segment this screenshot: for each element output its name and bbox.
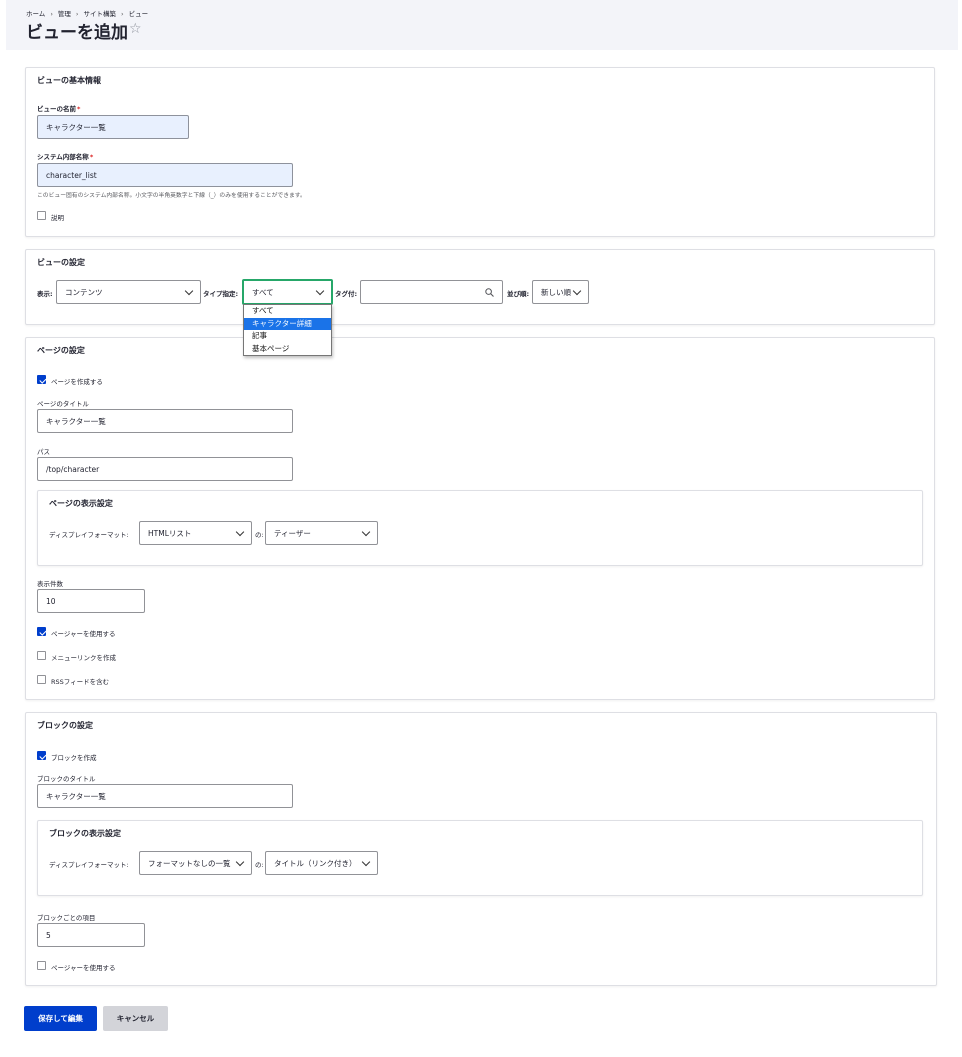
required-marker: * xyxy=(89,153,94,161)
block-of-label: の: xyxy=(255,861,264,869)
show-select-value: コンテンツ xyxy=(65,287,103,297)
page-of-label: の: xyxy=(255,531,264,539)
tag-input[interactable] xyxy=(360,280,503,304)
tag-label: タグ付: xyxy=(335,290,358,298)
block-of-select[interactable]: タイトル（リンク付き） xyxy=(265,851,378,875)
chevron-down-icon xyxy=(184,286,194,295)
page-of-select[interactable]: ティーザー xyxy=(265,521,378,545)
chevron-down-icon xyxy=(361,527,371,536)
type-dropdown-list[interactable]: すべて キャラクター詳細 記事 基本ページ xyxy=(243,304,332,356)
path-label: パス xyxy=(37,448,50,456)
page-format-label: ディスプレイフォーマット: xyxy=(49,531,129,539)
block-items-label: ブロックごとの項目 xyxy=(37,914,96,922)
menu-link-label: メニューリンクを作成 xyxy=(51,654,116,662)
cancel-button[interactable]: キャンセル xyxy=(103,1006,168,1031)
block-format-label: ディスプレイフォーマット: xyxy=(49,861,129,869)
view-name-label: ビューの名前* xyxy=(37,105,81,113)
sort-select[interactable]: 新しい順 xyxy=(532,280,589,304)
block-title-label: ブロックのタイトル xyxy=(37,775,96,783)
path-input[interactable]: /top/character xyxy=(37,457,293,481)
page-header xyxy=(6,0,958,50)
description-label: 説明 xyxy=(51,214,64,222)
search-icon xyxy=(485,287,494,297)
view-settings-title: ビューの設定 xyxy=(37,258,85,267)
block-title-input[interactable]: キャラクター一覧 xyxy=(37,784,293,808)
block-settings-title: ブロックの設定 xyxy=(37,721,93,730)
breadcrumb: ホーム › 管理 › サイト構築 › ビュー xyxy=(26,10,149,18)
page-settings-title: ページの設定 xyxy=(37,346,85,355)
basic-info-title: ビューの基本情報 xyxy=(37,76,101,85)
menu-link-checkbox[interactable] xyxy=(37,651,46,660)
required-marker: * xyxy=(77,105,81,113)
basic-info-card xyxy=(25,67,935,237)
show-label: 表示: xyxy=(37,290,53,298)
page-title-input[interactable]: キャラクター一覧 xyxy=(37,409,293,433)
items-label: 表示件数 xyxy=(37,580,63,588)
save-edit-button[interactable]: 保存して編集 xyxy=(24,1006,97,1031)
block-format-value: フォーマットなしの一覧 xyxy=(148,858,231,868)
sort-label: 並び順: xyxy=(507,290,530,298)
block-format-select[interactable]: フォーマットなしの一覧 xyxy=(139,851,252,875)
chevron-down-icon xyxy=(361,857,371,866)
page-pager-checkbox[interactable] xyxy=(37,627,46,636)
breadcrumb-views[interactable]: ビュー xyxy=(129,10,149,18)
chevron-down-icon xyxy=(315,286,325,295)
type-option[interactable]: 基本ページ xyxy=(244,343,331,356)
breadcrumb-structure[interactable]: サイト構築 xyxy=(84,10,117,18)
page-title: ビューを追加 xyxy=(26,23,128,43)
block-display-title: ブロックの表示設定 xyxy=(49,829,121,838)
breadcrumb-admin[interactable]: 管理 xyxy=(58,10,71,18)
block-pager-label: ページャーを使用する xyxy=(51,964,116,972)
page-format-select[interactable]: HTMLリスト xyxy=(139,521,252,545)
rss-checkbox[interactable] xyxy=(37,675,46,684)
view-name-input[interactable]: キャラクター一覧 xyxy=(37,115,189,139)
chevron-down-icon xyxy=(235,857,245,866)
page-of-value: ティーザー xyxy=(274,528,311,538)
type-option[interactable]: 記事 xyxy=(244,330,331,343)
show-select[interactable]: コンテンツ xyxy=(56,280,201,304)
machine-name-label: システム内部名称* xyxy=(37,153,94,161)
create-page-checkbox[interactable] xyxy=(37,375,46,384)
star-icon[interactable]: ☆ xyxy=(129,21,142,37)
type-option[interactable]: すべて xyxy=(244,305,331,318)
type-select-value: すべて xyxy=(252,287,274,297)
create-page-label: ページを作成する xyxy=(51,378,103,386)
machine-name-help: このビュー固有のシステム内部名称。小文字の半角英数字と下線（_）のみを使用するこ… xyxy=(37,193,306,199)
machine-name-input[interactable]: character_list xyxy=(37,163,293,187)
page-pager-label: ページャーを使用する xyxy=(51,630,116,638)
page-title-label: ページのタイトル xyxy=(37,400,89,408)
items-input[interactable]: 10 xyxy=(37,589,145,613)
block-pager-checkbox[interactable] xyxy=(37,961,46,970)
breadcrumb-home[interactable]: ホーム xyxy=(26,10,45,18)
description-checkbox[interactable] xyxy=(37,211,46,220)
chevron-down-icon xyxy=(572,286,582,295)
create-block-checkbox[interactable] xyxy=(37,751,46,760)
rss-label: RSSフィードを含む xyxy=(51,678,110,686)
page-format-value: HTMLリスト xyxy=(148,528,192,538)
block-items-input[interactable]: 5 xyxy=(37,923,145,947)
sort-select-value: 新しい順 xyxy=(541,287,571,297)
create-block-label: ブロックを作成 xyxy=(51,754,97,762)
type-option[interactable]: キャラクター詳細 xyxy=(244,317,331,330)
type-label: タイプ指定: xyxy=(203,290,239,298)
page-display-title: ページの表示設定 xyxy=(49,499,113,508)
chevron-down-icon xyxy=(235,527,245,536)
type-select[interactable]: すべて xyxy=(242,279,333,305)
block-of-value: タイトル（リンク付き） xyxy=(274,858,357,868)
